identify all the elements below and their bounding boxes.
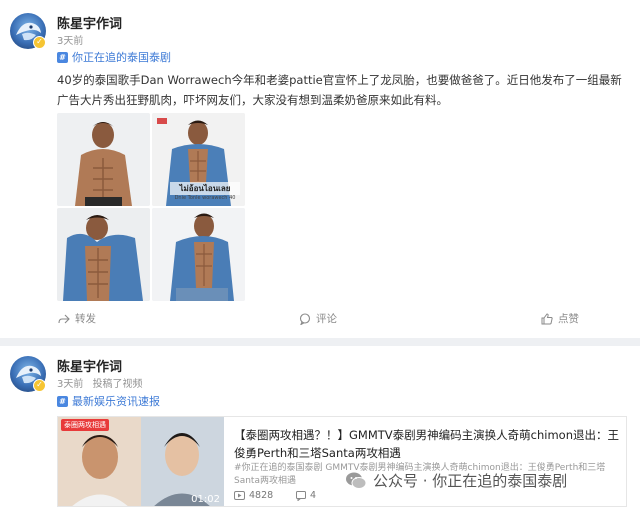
comment-count-icon — [296, 490, 306, 501]
post-card: ✓ 陈星宇作词 3天前 # 你正在追的泰国泰剧 40岁的泰国歌手Dan Worr… — [0, 0, 640, 338]
comment-count: 4 — [296, 490, 316, 501]
video-card[interactable]: 泰圈两攻相遇 01:02 【泰圈两攻相遇？！】GMMTV泰剧男神编码主演换人奇萌… — [57, 416, 627, 507]
share-icon — [58, 314, 70, 323]
topic-icon: # — [57, 51, 68, 63]
share-button[interactable]: 转发 — [58, 311, 96, 326]
wechat-icon — [346, 472, 367, 489]
author-name[interactable]: 陈星宇作词 — [57, 13, 122, 32]
verified-badge-icon: ✓ — [33, 379, 46, 392]
post-text: 40岁的泰国歌手Dan Worrawech今年和老婆pattie官宣怀上了龙凤胎… — [57, 73, 622, 107]
view-count-value: 4828 — [249, 490, 274, 501]
comment-label: 评论 — [316, 313, 337, 325]
video-duration: 01:02 — [191, 494, 220, 505]
post-photo[interactable] — [152, 208, 245, 301]
photo-caption-title: ไม่อ้อนไอนเลย — [170, 182, 240, 195]
view-count: 4828 — [234, 490, 273, 501]
photo-caption-sub: Dnie Tonle worawech 40 — [174, 195, 236, 201]
video-title[interactable]: 【泰圈两攻相遇？！】GMMTV泰剧男神编码主演换人奇萌chimon退出：王俊勇P… — [234, 426, 622, 462]
post-photo[interactable] — [57, 113, 150, 206]
like-button[interactable]: 点赞 — [541, 311, 579, 326]
post-time: 3天前 — [57, 36, 84, 47]
post-time-row: 3天前 投稿了视频 — [57, 375, 143, 390]
post-action-label: 投稿了视频 — [92, 379, 143, 390]
comment-count-value: 4 — [310, 490, 317, 501]
post-photo[interactable] — [57, 208, 150, 301]
verified-badge-icon: ✓ — [33, 36, 46, 49]
comment-icon — [299, 312, 311, 325]
share-label: 转发 — [75, 313, 96, 325]
watermark-text: 公众号 · 你正在追的泰国泰剧 — [373, 472, 568, 490]
like-label: 点赞 — [558, 313, 579, 325]
topic-link[interactable]: # 你正在追的泰国泰剧 — [57, 49, 171, 65]
thumbs-up-icon — [541, 312, 553, 324]
comment-button[interactable]: 评论 — [299, 311, 337, 326]
topic-icon: # — [57, 395, 68, 407]
play-count-icon — [234, 491, 245, 500]
video-thumbnail[interactable]: 泰圈两攻相遇 01:02 — [58, 417, 224, 506]
topic-link[interactable]: # 最新娱乐资讯速报 — [57, 393, 160, 409]
watermark: 公众号 · 你正在追的泰国泰剧 — [345, 470, 567, 491]
video-badge: 泰圈两攻相遇 — [61, 419, 109, 431]
author-name[interactable]: 陈星宇作词 — [57, 356, 122, 375]
post-time: 3天前 — [57, 379, 84, 390]
photo-caption: ไม่อ้อนไอนเลย Dnie Tonle worawech 40 — [170, 182, 240, 201]
topic-label: 你正在追的泰国泰剧 — [72, 51, 171, 64]
topic-label: 最新娱乐资讯速报 — [72, 395, 160, 408]
